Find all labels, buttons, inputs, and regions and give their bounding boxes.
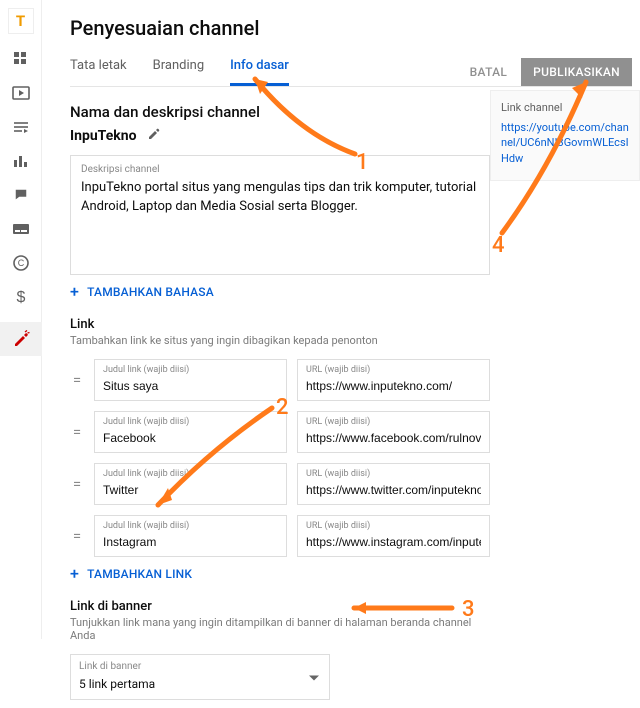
banner-links-value: 5 link pertama [79,676,321,693]
links-heading: Link [70,317,490,332]
link-title-input[interactable] [103,431,278,445]
drag-handle-icon[interactable]: = [70,527,84,545]
tab-layout[interactable]: Tata letak [70,58,127,86]
links-subtext: Tambahkan link ke situs yang ingin dibag… [70,334,490,347]
link-title-input[interactable] [103,535,278,549]
cancel-button[interactable]: BATAL [470,65,508,79]
link-url-field[interactable]: URL (wajib diisi) [297,463,490,505]
publish-button[interactable]: PUBLIKASIKAN [521,58,632,86]
dashboard-icon[interactable] [10,50,32,68]
link-title-field[interactable]: Judul link (wajib diisi) [94,515,287,557]
customization-icon[interactable] [0,322,42,356]
link-row: = Judul link (wajib diisi) URL (wajib diis… [70,463,490,505]
add-link-button[interactable]: + TAMBAHKAN LINK [70,567,490,581]
link-title-input[interactable] [103,379,278,393]
drag-handle-icon[interactable]: = [70,371,84,389]
edit-name-icon[interactable] [147,127,161,145]
link-url-input[interactable] [306,483,481,497]
chevron-down-icon [309,676,319,681]
annotation-number-2: 2 [276,395,289,420]
annotation-number-4: 4 [492,233,505,258]
add-language-button[interactable]: + TAMBAHKAN BAHASA [70,285,490,299]
field-label: Link di banner [79,661,321,672]
field-label: URL (wajib diisi) [306,521,481,531]
comments-icon[interactable] [10,186,32,204]
add-language-label: TAMBAHKAN BAHASA [87,285,214,299]
tab-basic-info[interactable]: Info dasar [230,58,289,86]
channel-link-label: Link channel [501,101,629,114]
channel-name: InpuTekno [70,128,137,144]
channel-link-card: Link channel https://youtube.com/channel… [490,90,640,181]
tabs-row: Tata letak Branding Info dasar BATAL PUB… [70,58,632,87]
link-url-input[interactable] [306,379,481,393]
banner-heading: Link di banner [70,599,490,614]
copyright-icon[interactable]: C [10,254,32,272]
link-url-field[interactable]: URL (wajib diisi) [297,515,490,557]
monetization-icon[interactable]: $ [10,288,32,306]
link-url-field[interactable]: URL (wajib diisi) [297,359,490,401]
left-nav-rail: T C $ [0,0,42,639]
field-label: URL (wajib diisi) [306,469,481,479]
drag-handle-icon[interactable]: = [70,475,84,493]
add-link-label: TAMBAHKAN LINK [87,567,192,581]
link-title-field[interactable]: Judul link (wajib diisi) [94,359,287,401]
field-label: Deskripsi channel [81,164,479,175]
drag-handle-icon[interactable]: = [70,423,84,441]
field-label: Judul link (wajib diisi) [103,469,278,479]
banner-links-select[interactable]: Link di banner 5 link pertama [70,654,330,700]
subtitles-icon[interactable] [10,220,32,238]
channel-description-field[interactable]: Deskripsi channel [70,155,490,275]
tab-branding[interactable]: Branding [153,58,204,86]
annotation-number-1: 1 [356,150,369,175]
page-title: Penyesuaian channel [70,16,640,40]
banner-subtext: Tunjukkan link mana yang ingin ditampilk… [70,616,490,642]
playlists-icon[interactable] [10,118,32,136]
field-label: Judul link (wajib diisi) [103,521,278,531]
link-url-input[interactable] [306,431,481,445]
link-row: = Judul link (wajib diisi) URL (wajib diis… [70,515,490,557]
content-icon[interactable] [10,84,32,102]
link-title-field[interactable]: Judul link (wajib diisi) [94,411,287,453]
link-title-field[interactable]: Judul link (wajib diisi) [94,463,287,505]
field-label: URL (wajib diisi) [306,417,481,427]
svg-text:$: $ [16,289,25,306]
link-url-input[interactable] [306,535,481,549]
channel-description-input[interactable] [81,179,479,269]
link-url-field[interactable]: URL (wajib diisi) [297,411,490,453]
link-title-input[interactable] [103,483,278,497]
channel-avatar[interactable]: T [8,8,34,34]
field-label: URL (wajib diisi) [306,365,481,375]
analytics-icon[interactable] [10,152,32,170]
field-label: Judul link (wajib diisi) [103,365,278,375]
section-name-desc-heading: Nama dan deskripsi channel [70,103,490,121]
annotation-number-3: 3 [462,597,475,622]
channel-link-url[interactable]: https://youtube.com/channel/UC6nNI3GovmW… [501,120,629,166]
field-label: Judul link (wajib diisi) [103,417,278,427]
svg-text:C: C [17,258,24,268]
